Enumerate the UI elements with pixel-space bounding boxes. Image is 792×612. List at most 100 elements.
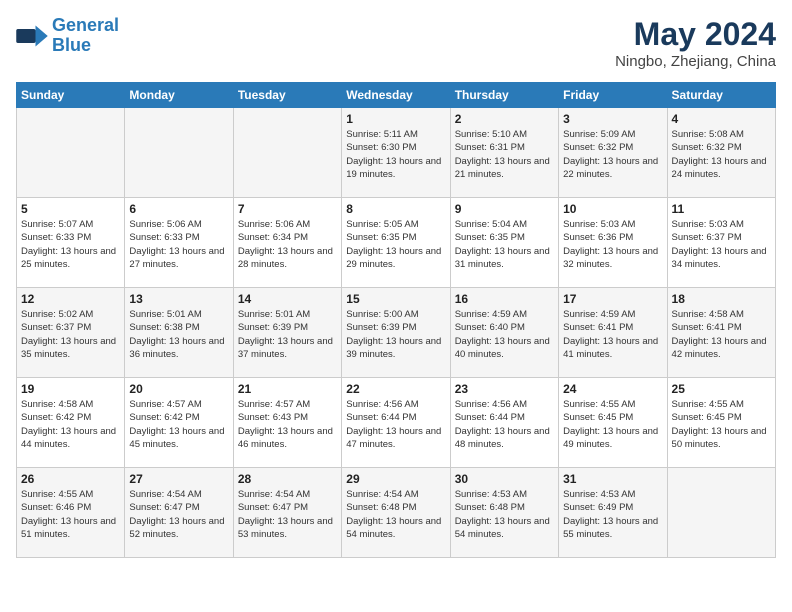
calendar-cell: 15 Sunrise: 5:00 AM Sunset: 6:39 PM Dayli…	[342, 288, 450, 378]
day-info: Sunrise: 5:00 AM Sunset: 6:39 PM Dayligh…	[346, 308, 445, 361]
calendar-cell: 1 Sunrise: 5:11 AM Sunset: 6:30 PM Daylig…	[342, 108, 450, 198]
title-block: May 2024 Ningbo, Zhejiang, China	[615, 16, 776, 70]
weekday-header: Monday	[125, 83, 233, 108]
day-info: Sunrise: 4:56 AM Sunset: 6:44 PM Dayligh…	[455, 398, 554, 451]
calendar-week-row: 5 Sunrise: 5:07 AM Sunset: 6:33 PM Daylig…	[17, 198, 776, 288]
calendar-cell: 2 Sunrise: 5:10 AM Sunset: 6:31 PM Daylig…	[450, 108, 558, 198]
calendar-week-row: 19Sunrise: 4:58 AM Sunset: 6:42 PM Dayli…	[17, 378, 776, 468]
day-number: 5	[21, 202, 120, 216]
day-number: 12	[21, 292, 120, 306]
calendar-cell: 26 Sunrise: 4:55 AM Sunset: 6:46 PM Dayli…	[17, 468, 125, 558]
day-number: 16	[455, 292, 554, 306]
day-info: Sunrise: 5:08 AM Sunset: 6:32 PM Dayligh…	[672, 128, 771, 181]
day-info: Sunrise: 4:55 AM Sunset: 6:45 PM Dayligh…	[563, 398, 662, 451]
calendar-cell: 3 Sunrise: 5:09 AM Sunset: 6:32 PM Daylig…	[559, 108, 667, 198]
day-number: 2	[455, 112, 554, 126]
logo: General Blue	[16, 16, 119, 56]
logo-text: General Blue	[52, 16, 119, 56]
calendar-cell: 19Sunrise: 4:58 AM Sunset: 6:42 PM Dayli…	[17, 378, 125, 468]
calendar-cell	[125, 108, 233, 198]
weekday-header: Wednesday	[342, 83, 450, 108]
calendar-cell: 24 Sunrise: 4:55 AM Sunset: 6:45 PM Dayli…	[559, 378, 667, 468]
day-number: 4	[672, 112, 771, 126]
day-number: 9	[455, 202, 554, 216]
calendar-cell: 5 Sunrise: 5:07 AM Sunset: 6:33 PM Daylig…	[17, 198, 125, 288]
calendar-cell: 8 Sunrise: 5:05 AM Sunset: 6:35 PM Daylig…	[342, 198, 450, 288]
calendar-cell: 6 Sunrise: 5:06 AM Sunset: 6:33 PM Daylig…	[125, 198, 233, 288]
calendar-cell: 16 Sunrise: 4:59 AM Sunset: 6:40 PM Dayli…	[450, 288, 558, 378]
day-info: Sunrise: 5:02 AM Sunset: 6:37 PM Dayligh…	[21, 308, 120, 361]
weekday-header: Tuesday	[233, 83, 341, 108]
day-info: Sunrise: 4:59 AM Sunset: 6:41 PM Dayligh…	[563, 308, 662, 361]
calendar-cell: 31 Sunrise: 4:53 AM Sunset: 6:49 PM Dayli…	[559, 468, 667, 558]
day-number: 15	[346, 292, 445, 306]
day-number: 20	[129, 382, 228, 396]
calendar-cell: 22Sunrise: 4:56 AM Sunset: 6:44 PM Dayli…	[342, 378, 450, 468]
day-info: Sunrise: 5:03 AM Sunset: 6:37 PM Dayligh…	[672, 218, 771, 271]
day-info: Sunrise: 5:03 AM Sunset: 6:36 PM Dayligh…	[563, 218, 662, 271]
day-info: Sunrise: 5:11 AM Sunset: 6:30 PM Dayligh…	[346, 128, 445, 181]
day-info: Sunrise: 4:58 AM Sunset: 6:41 PM Dayligh…	[672, 308, 771, 361]
calendar-cell	[17, 108, 125, 198]
day-number: 10	[563, 202, 662, 216]
calendar-cell: 12 Sunrise: 5:02 AM Sunset: 6:37 PM Dayli…	[17, 288, 125, 378]
day-number: 29	[346, 472, 445, 486]
day-number: 30	[455, 472, 554, 486]
calendar-cell	[667, 468, 775, 558]
day-number: 27	[129, 472, 228, 486]
calendar-cell: 9 Sunrise: 5:04 AM Sunset: 6:35 PM Daylig…	[450, 198, 558, 288]
calendar-cell: 13 Sunrise: 5:01 AM Sunset: 6:38 PM Dayli…	[125, 288, 233, 378]
calendar-cell: 30 Sunrise: 4:53 AM Sunset: 6:48 PM Dayli…	[450, 468, 558, 558]
day-info: Sunrise: 4:57 AM Sunset: 6:42 PM Dayligh…	[129, 398, 228, 451]
calendar-cell: 7Sunrise: 5:06 AM Sunset: 6:34 PM Daylig…	[233, 198, 341, 288]
day-number: 6	[129, 202, 228, 216]
logo-icon	[16, 22, 48, 50]
day-info: Sunrise: 4:55 AM Sunset: 6:46 PM Dayligh…	[21, 488, 120, 541]
day-number: 8	[346, 202, 445, 216]
weekday-header: Friday	[559, 83, 667, 108]
day-number: 31	[563, 472, 662, 486]
day-number: 17	[563, 292, 662, 306]
day-info: Sunrise: 4:54 AM Sunset: 6:48 PM Dayligh…	[346, 488, 445, 541]
day-info: Sunrise: 5:07 AM Sunset: 6:33 PM Dayligh…	[21, 218, 120, 271]
day-info: Sunrise: 4:53 AM Sunset: 6:49 PM Dayligh…	[563, 488, 662, 541]
day-number: 3	[563, 112, 662, 126]
day-info: Sunrise: 4:55 AM Sunset: 6:45 PM Dayligh…	[672, 398, 771, 451]
weekday-header: Saturday	[667, 83, 775, 108]
day-number: 14	[238, 292, 337, 306]
calendar-cell: 11 Sunrise: 5:03 AM Sunset: 6:37 PM Dayli…	[667, 198, 775, 288]
day-number: 11	[672, 202, 771, 216]
page-header: General Blue May 2024 Ningbo, Zhejiang, …	[16, 16, 776, 70]
weekday-header: Sunday	[17, 83, 125, 108]
day-number: 19	[21, 382, 120, 396]
day-info: Sunrise: 5:09 AM Sunset: 6:32 PM Dayligh…	[563, 128, 662, 181]
day-info: Sunrise: 5:01 AM Sunset: 6:38 PM Dayligh…	[129, 308, 228, 361]
weekday-header: Thursday	[450, 83, 558, 108]
calendar-cell: 10 Sunrise: 5:03 AM Sunset: 6:36 PM Dayli…	[559, 198, 667, 288]
day-number: 26	[21, 472, 120, 486]
day-number: 13	[129, 292, 228, 306]
calendar-cell: 20 Sunrise: 4:57 AM Sunset: 6:42 PM Dayli…	[125, 378, 233, 468]
day-number: 1	[346, 112, 445, 126]
calendar-cell: 17 Sunrise: 4:59 AM Sunset: 6:41 PM Dayli…	[559, 288, 667, 378]
calendar-cell	[233, 108, 341, 198]
day-info: Sunrise: 4:57 AM Sunset: 6:43 PM Dayligh…	[238, 398, 337, 451]
day-info: Sunrise: 4:56 AM Sunset: 6:44 PM Dayligh…	[346, 398, 445, 451]
day-info: Sunrise: 5:10 AM Sunset: 6:31 PM Dayligh…	[455, 128, 554, 181]
day-info: Sunrise: 4:59 AM Sunset: 6:40 PM Dayligh…	[455, 308, 554, 361]
day-info: Sunrise: 5:06 AM Sunset: 6:34 PM Dayligh…	[238, 218, 337, 271]
location: Ningbo, Zhejiang, China	[615, 53, 776, 70]
calendar-week-row: 12 Sunrise: 5:02 AM Sunset: 6:37 PM Dayli…	[17, 288, 776, 378]
calendar-table: SundayMondayTuesdayWednesdayThursdayFrid…	[16, 82, 776, 558]
day-info: Sunrise: 5:04 AM Sunset: 6:35 PM Dayligh…	[455, 218, 554, 271]
day-number: 24	[563, 382, 662, 396]
calendar-cell: 25Sunrise: 4:55 AM Sunset: 6:45 PM Dayli…	[667, 378, 775, 468]
day-info: Sunrise: 4:53 AM Sunset: 6:48 PM Dayligh…	[455, 488, 554, 541]
calendar-cell: 27 Sunrise: 4:54 AM Sunset: 6:47 PM Dayli…	[125, 468, 233, 558]
day-info: Sunrise: 4:54 AM Sunset: 6:47 PM Dayligh…	[129, 488, 228, 541]
day-info: Sunrise: 5:05 AM Sunset: 6:35 PM Dayligh…	[346, 218, 445, 271]
day-info: Sunrise: 4:54 AM Sunset: 6:47 PM Dayligh…	[238, 488, 337, 541]
day-info: Sunrise: 5:06 AM Sunset: 6:33 PM Dayligh…	[129, 218, 228, 271]
day-number: 21	[238, 382, 337, 396]
calendar-cell: 18Sunrise: 4:58 AM Sunset: 6:41 PM Dayli…	[667, 288, 775, 378]
